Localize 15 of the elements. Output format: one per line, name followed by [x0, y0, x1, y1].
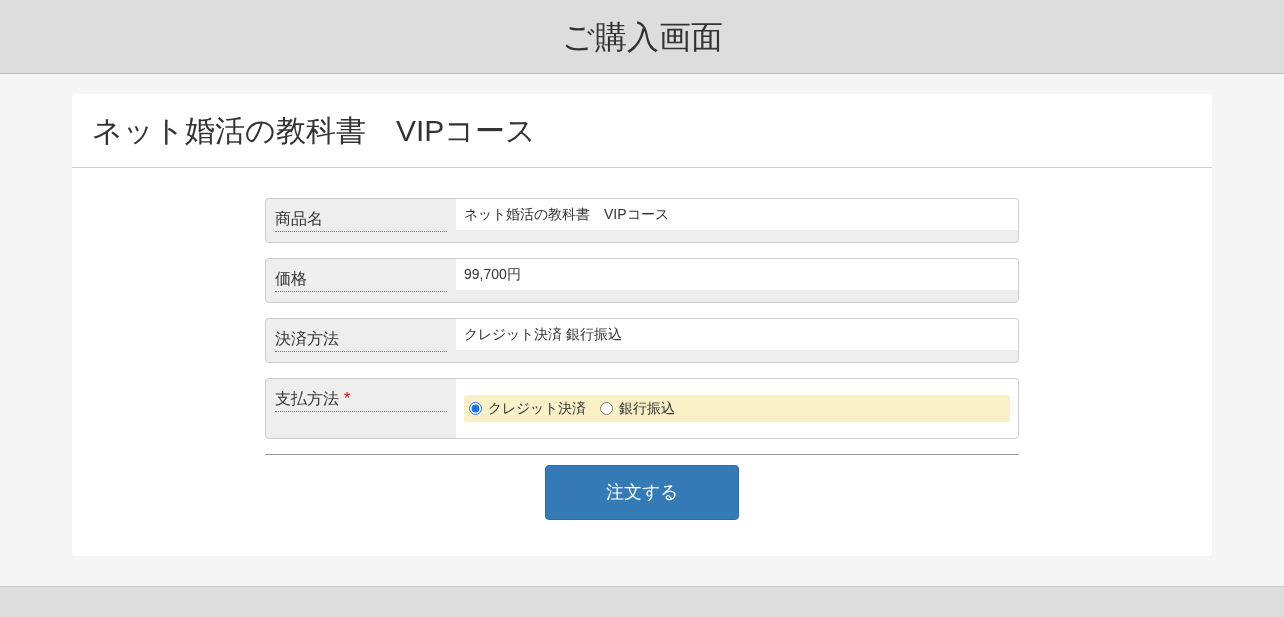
field-label: 価格	[275, 269, 307, 289]
required-mark: *	[344, 389, 351, 409]
page-title: ご購入画面	[561, 17, 723, 57]
field-value: ネット婚活の教科書 VIPコース	[464, 205, 669, 224]
radio-button[interactable]	[469, 402, 482, 415]
card-title: ネット婚活の教科書 VIPコース	[92, 113, 537, 149]
field-label: 商品名	[275, 209, 323, 229]
field-label: 決済方法	[275, 329, 339, 349]
radio-button[interactable]	[600, 402, 613, 415]
radio-label[interactable]: クレジット決済	[488, 398, 586, 419]
field-label: 支払方法	[275, 389, 339, 409]
order-button[interactable]: 注文する	[545, 465, 739, 520]
field-value: クレジット決済 銀行振込	[464, 325, 622, 344]
radio-label[interactable]: 銀行振込	[619, 398, 675, 419]
field-value: 99,700円	[464, 265, 521, 284]
